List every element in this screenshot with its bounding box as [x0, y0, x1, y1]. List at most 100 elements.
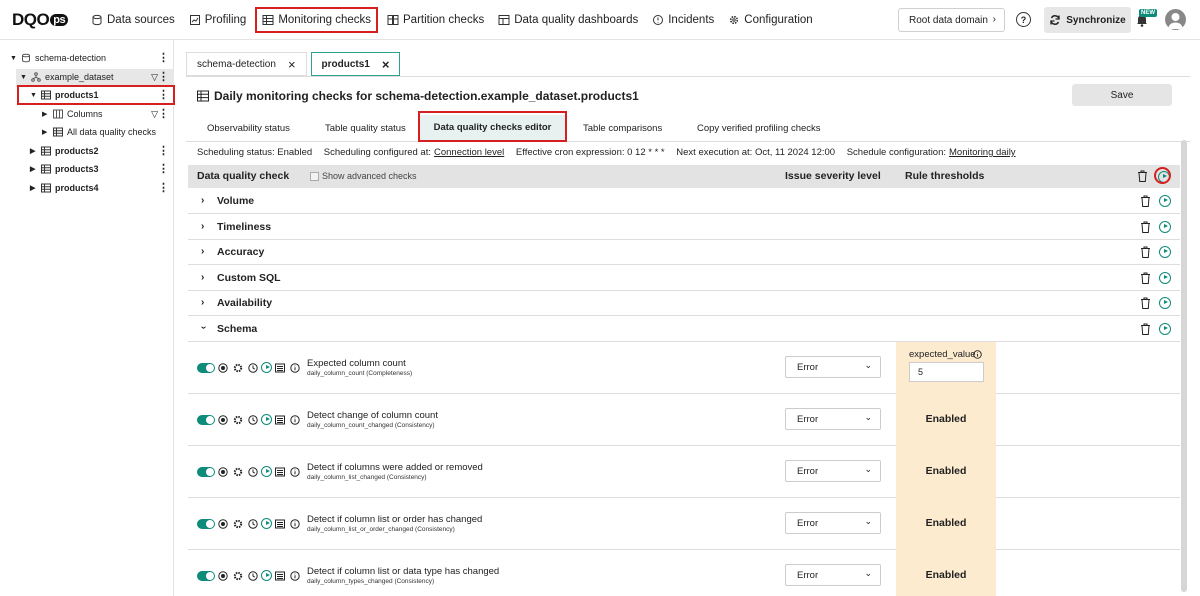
clock-icon[interactable]	[248, 571, 258, 581]
subtab-copy-profiling-checks[interactable]: Copy verified profiling checks	[697, 115, 821, 142]
run-checks-icon[interactable]	[1159, 195, 1171, 207]
gear-icon[interactable]	[233, 519, 243, 529]
results-icon[interactable]	[275, 519, 285, 529]
more-options-icon[interactable]: ⋮	[158, 146, 169, 157]
tree-columns[interactable]: ▶ Columns ▽ ⋮	[42, 105, 174, 123]
info-icon[interactable]	[973, 350, 982, 359]
severity-select[interactable]: Error ⌄	[785, 460, 881, 482]
trash-icon[interactable]	[1140, 195, 1151, 207]
avatar[interactable]	[1165, 9, 1186, 30]
info-icon[interactable]	[290, 467, 300, 477]
nav-monitoring-checks[interactable]: Monitoring checks	[255, 6, 379, 33]
root-domain-selector[interactable]: Root data domain ›	[898, 8, 1005, 32]
expected-value-input[interactable]: 5	[909, 362, 984, 382]
trash-icon[interactable]	[1140, 323, 1151, 335]
record-icon[interactable]	[218, 571, 228, 581]
check-enabled-toggle[interactable]	[197, 363, 215, 373]
tab-schema-detection[interactable]: schema-detection ×	[186, 52, 307, 76]
connection-level-link[interactable]: Connection level	[434, 147, 504, 158]
clock-icon[interactable]	[248, 467, 258, 477]
help-icon[interactable]: ?	[1016, 12, 1031, 27]
gear-icon[interactable]	[233, 415, 243, 425]
filter-icon[interactable]: ▽	[151, 109, 158, 120]
tree-table-products3[interactable]: ▶ products3 ⋮	[30, 160, 174, 178]
nav-data-sources[interactable]: Data sources	[86, 7, 180, 33]
trash-icon[interactable]	[1140, 246, 1151, 258]
severity-select[interactable]: Error ⌄	[785, 408, 881, 430]
gear-icon[interactable]	[233, 363, 243, 373]
run-checks-icon[interactable]	[1159, 297, 1171, 309]
more-options-icon[interactable]: ⋮	[158, 53, 169, 64]
more-options-icon[interactable]: ⋮	[158, 164, 169, 175]
record-icon[interactable]	[218, 363, 228, 373]
info-icon[interactable]	[290, 571, 300, 581]
category-custom-sql[interactable]: › Custom SQL	[188, 265, 1180, 291]
record-icon[interactable]	[218, 415, 228, 425]
category-volume[interactable]: › Volume	[188, 188, 1180, 214]
close-icon[interactable]: ×	[382, 57, 390, 72]
info-icon[interactable]	[290, 363, 300, 373]
run-check-icon[interactable]	[261, 570, 272, 581]
tree-schema[interactable]: ▼ example_dataset ▽ ⋮	[20, 68, 174, 86]
nav-configuration[interactable]: Configuration	[723, 7, 817, 33]
check-enabled-toggle[interactable]	[197, 467, 215, 477]
nav-dashboards[interactable]: Data quality dashboards	[493, 7, 643, 33]
trash-icon[interactable]	[1140, 221, 1151, 233]
nav-partition-checks[interactable]: Partition checks	[382, 7, 489, 33]
category-accuracy[interactable]: › Accuracy	[188, 239, 1180, 265]
subtab-table-comparisons[interactable]: Table comparisons	[583, 115, 662, 142]
check-enabled-toggle[interactable]	[197, 519, 215, 529]
more-options-icon[interactable]: ⋮	[158, 72, 169, 83]
severity-select[interactable]: Error ⌄	[785, 512, 881, 534]
run-check-icon[interactable]	[261, 466, 272, 477]
info-icon[interactable]	[290, 415, 300, 425]
run-checks-icon[interactable]	[1159, 246, 1171, 258]
monitoring-daily-link[interactable]: Monitoring daily	[949, 147, 1016, 158]
trash-icon[interactable]	[1137, 170, 1148, 182]
save-button[interactable]: Save	[1072, 84, 1172, 106]
severity-select[interactable]: Error ⌄	[785, 356, 881, 378]
tree-table-products4[interactable]: ▶ products4 ⋮	[30, 179, 174, 197]
subtab-table-quality-status[interactable]: Table quality status	[325, 115, 406, 142]
scrollbar[interactable]	[1181, 140, 1187, 592]
tree-table-products2[interactable]: ▶ products2 ⋮	[30, 142, 174, 160]
clock-icon[interactable]	[248, 519, 258, 529]
results-icon[interactable]	[275, 415, 285, 425]
results-icon[interactable]	[275, 571, 285, 581]
nav-incidents[interactable]: Incidents	[647, 7, 719, 33]
show-advanced-checkbox[interactable]	[310, 172, 319, 181]
tree-all-checks[interactable]: ▶ All data quality checks	[42, 123, 174, 141]
severity-select[interactable]: Error ⌄	[785, 564, 881, 586]
category-schema[interactable]: › Schema	[188, 316, 1180, 342]
run-check-icon[interactable]	[261, 362, 272, 373]
dqops-logo[interactable]: DQO ps	[12, 8, 74, 32]
check-enabled-toggle[interactable]	[197, 571, 215, 581]
tree-connection[interactable]: ▼ schema-detection ⋮	[10, 49, 174, 67]
clock-icon[interactable]	[248, 363, 258, 373]
check-enabled-toggle[interactable]	[197, 415, 215, 425]
gear-icon[interactable]	[233, 467, 243, 477]
trash-icon[interactable]	[1140, 297, 1151, 309]
info-icon[interactable]	[290, 519, 300, 529]
run-check-icon[interactable]	[261, 414, 272, 425]
tab-products1[interactable]: products1 ×	[310, 52, 401, 76]
gear-icon[interactable]	[233, 571, 243, 581]
category-timeliness[interactable]: › Timeliness	[188, 214, 1180, 240]
filter-icon[interactable]: ▽	[151, 72, 158, 83]
results-icon[interactable]	[275, 363, 285, 373]
run-checks-icon[interactable]	[1159, 323, 1171, 335]
close-icon[interactable]: ×	[288, 57, 296, 72]
run-check-icon[interactable]	[261, 518, 272, 529]
run-checks-icon[interactable]	[1159, 272, 1171, 284]
record-icon[interactable]	[218, 467, 228, 477]
clock-icon[interactable]	[248, 415, 258, 425]
synchronize-button[interactable]: Synchronize	[1044, 7, 1131, 33]
run-checks-icon[interactable]	[1159, 221, 1171, 233]
more-options-icon[interactable]: ⋮	[158, 109, 169, 120]
tree-table-products1[interactable]: ▼ products1 ⋮	[30, 86, 174, 104]
trash-icon[interactable]	[1140, 272, 1151, 284]
nav-profiling[interactable]: Profiling	[184, 7, 252, 33]
record-icon[interactable]	[218, 519, 228, 529]
more-options-icon[interactable]: ⋮	[158, 90, 169, 101]
more-options-icon[interactable]: ⋮	[158, 183, 169, 194]
